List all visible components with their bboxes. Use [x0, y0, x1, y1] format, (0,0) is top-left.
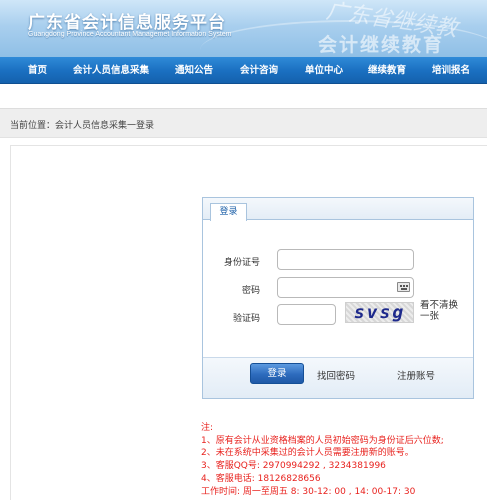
tab-login[interactable]: 登录: [210, 203, 247, 221]
nav-item-training-signup[interactable]: 培训报名: [432, 57, 470, 84]
header-slogan-bottom: 会计继续教育: [318, 34, 445, 56]
site-header: 广东省继续教 会计继续教育 广东省会计信息服务平台 Guangdong Prov…: [0, 0, 487, 57]
breadcrumb: 当前位置：会计人员信息采集一登录: [10, 121, 155, 131]
captcha-image[interactable]: svsg: [345, 302, 414, 323]
id-number-label: 身份证号: [223, 258, 260, 268]
note-line: 3、客服QQ号: 2970994292 , 3234381996: [201, 461, 386, 472]
password-label: 密码: [241, 286, 260, 296]
register-link[interactable]: 注册账号: [397, 368, 435, 382]
login-tabstrip: 登录: [203, 198, 473, 221]
main-nav: 首页 会计人员信息采集 通知公告 会计咨询 单位中心 继续教育 培训报名: [0, 57, 487, 84]
nav-item-continuing-education[interactable]: 继续教育: [368, 57, 406, 84]
nav-item-unit-center[interactable]: 单位中心: [305, 57, 343, 84]
note-line: 2、未在系统中采集过的会计人员需要注册新的账号。: [201, 448, 414, 459]
note-line: 工作时间: 周一至周五 8: 30-12: 00 , 14: 00-17: 30: [201, 486, 416, 497]
login-button[interactable]: 登录: [250, 363, 304, 384]
nav-item-info-collection[interactable]: 会计人员信息采集: [73, 57, 149, 84]
site-title: 广东省会计信息服务平台: [28, 13, 226, 33]
refresh-captcha-link[interactable]: 看不清换一张: [420, 300, 462, 322]
id-number-input[interactable]: [277, 249, 414, 270]
notes-section: 注: 1、原有会计从业资格档案的人员初始密码为身份证后六位数; 2、未在系统中采…: [201, 422, 487, 498]
note-line: 1、原有会计从业资格档案的人员初始密码为身份证后六位数;: [201, 435, 444, 446]
site-subtitle: Guangdong Province Accountant Managemet …: [28, 31, 232, 38]
captcha-label: 验证码: [232, 314, 260, 324]
note-line: 4、客服电话: 18126828656: [201, 473, 321, 484]
captcha-input[interactable]: [277, 304, 336, 325]
nav-item-home[interactable]: 首页: [28, 57, 47, 84]
nav-item-notices[interactable]: 通知公告: [175, 57, 213, 84]
keyboard-icon[interactable]: [397, 282, 410, 292]
forgot-password-link[interactable]: 找回密码: [317, 368, 355, 382]
password-input[interactable]: [277, 277, 414, 298]
nav-item-consulting[interactable]: 会计咨询: [240, 57, 278, 84]
notes-heading: 注:: [201, 423, 214, 433]
breadcrumb-bar: 当前位置：会计人员信息采集一登录: [0, 108, 487, 138]
